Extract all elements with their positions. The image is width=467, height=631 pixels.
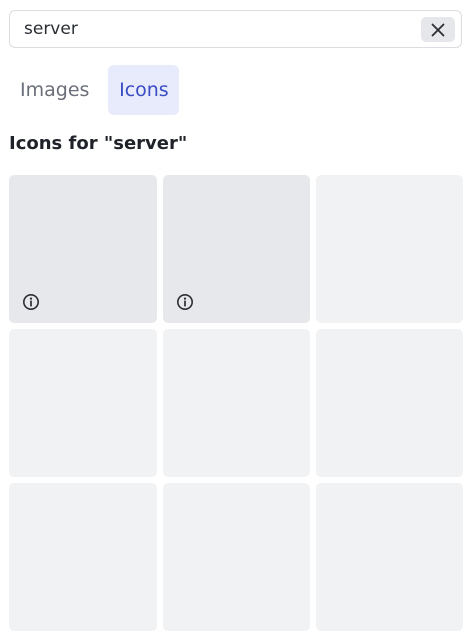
search-box xyxy=(9,10,462,48)
icon-results-grid xyxy=(9,175,464,631)
info-icon[interactable] xyxy=(176,293,194,311)
icon-result-tile[interactable] xyxy=(163,175,310,323)
info-icon[interactable] xyxy=(22,293,40,311)
icon-result-tile-placeholder[interactable] xyxy=(316,329,463,477)
icon-result-tile-placeholder[interactable] xyxy=(9,329,157,477)
clear-search-button[interactable] xyxy=(421,17,455,42)
tab-images[interactable]: Images xyxy=(9,65,100,115)
tab-bar: Images Icons xyxy=(9,65,180,115)
results-title: Icons for "server" xyxy=(9,133,188,154)
close-icon xyxy=(431,23,445,36)
icon-result-tile-placeholder[interactable] xyxy=(316,175,463,323)
icon-result-tile-placeholder[interactable] xyxy=(163,329,310,477)
search-input[interactable] xyxy=(24,11,404,47)
icon-result-tile-placeholder[interactable] xyxy=(316,483,463,631)
icon-result-tile-placeholder[interactable] xyxy=(163,483,310,631)
tab-icons[interactable]: Icons xyxy=(108,65,180,115)
icon-result-tile-placeholder[interactable] xyxy=(9,483,157,631)
icon-result-tile[interactable] xyxy=(9,175,157,323)
